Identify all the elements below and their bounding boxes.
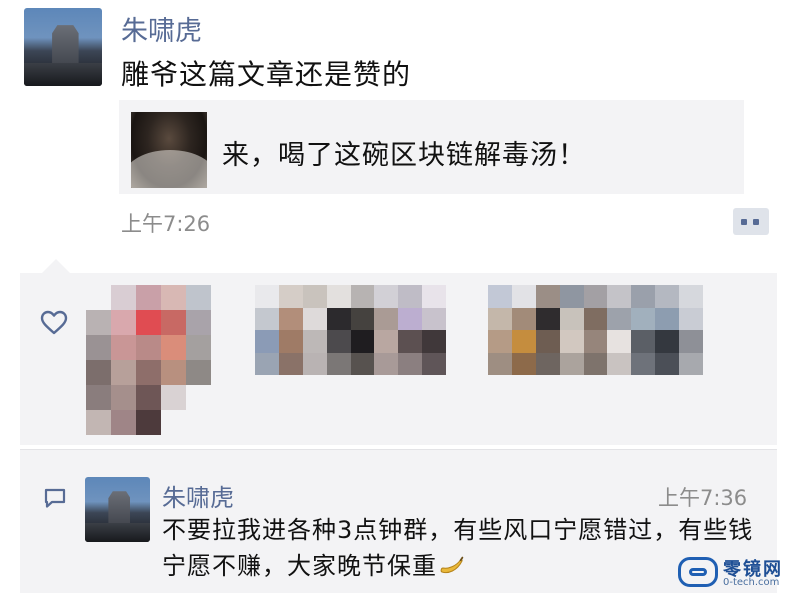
dot bbox=[741, 219, 747, 225]
liker-avatars-blurred-3 bbox=[488, 285, 703, 375]
liker-avatars-blurred-1 bbox=[86, 285, 236, 435]
comment-action-button[interactable] bbox=[733, 208, 769, 235]
commenter-avatar[interactable] bbox=[85, 477, 150, 542]
watermark: 零镜网 0-tech.com bbox=[678, 555, 796, 591]
post-text: 雕爷这篇文章还是赞的 bbox=[121, 58, 412, 91]
shared-article-title: 来，喝了这碗区块链解毒汤！ bbox=[222, 140, 586, 171]
avatar-photo-ground bbox=[24, 62, 102, 86]
dot bbox=[753, 219, 759, 225]
shared-article-thumbnail bbox=[131, 112, 207, 188]
post-timestamp: 上午7:26 bbox=[121, 212, 211, 236]
author-avatar[interactable] bbox=[24, 8, 102, 86]
comment-timestamp: 上午7:36 bbox=[658, 486, 748, 510]
watermark-logo-icon bbox=[678, 557, 718, 587]
banana-emoji-icon bbox=[440, 556, 464, 574]
comment-author-name[interactable]: 朱啸虎 bbox=[162, 478, 234, 513]
liker-avatars-blurred-2 bbox=[255, 285, 470, 375]
avatar-photo-ground bbox=[85, 522, 150, 542]
heart-icon bbox=[40, 310, 68, 335]
post-author-name[interactable]: 朱啸虎 bbox=[121, 9, 202, 48]
comment-bubble-icon bbox=[44, 488, 66, 508]
watermark-url: 0-tech.com bbox=[723, 577, 780, 588]
